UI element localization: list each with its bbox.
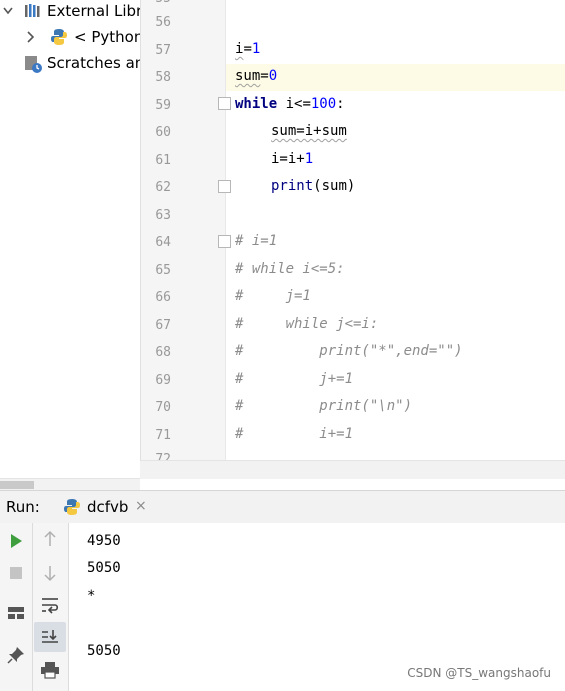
layout-button[interactable] — [2, 599, 30, 627]
arrow-up-icon — [44, 530, 56, 546]
scroll-up-button[interactable] — [36, 525, 64, 553]
code-line-69: # j+=1 — [235, 371, 354, 387]
editor-gutter — [141, 0, 226, 460]
tree-item-label: External Libraries — [47, 2, 140, 20]
console-line: 4950 — [87, 533, 121, 549]
code-line-66: # j=1 — [235, 288, 311, 304]
run-toolwindow-header: Run: dcfvb × — [0, 490, 565, 524]
code-line-57: i=1 — [235, 41, 261, 57]
line-number: 64 — [155, 235, 171, 250]
line-number: 62 — [155, 180, 171, 195]
line-number: 59 — [155, 98, 171, 113]
code-line-67: # while j<=i: — [235, 316, 379, 332]
close-icon[interactable]: × — [135, 498, 147, 514]
tree-item-python[interactable]: < Python 3.8 > — [0, 24, 140, 50]
scrollbar-thumb[interactable] — [0, 481, 34, 489]
run-button[interactable] — [2, 527, 30, 555]
line-number: 70 — [155, 400, 171, 415]
scroll-to-end-icon — [42, 630, 58, 643]
run-toolbar-right — [33, 523, 69, 691]
python-icon — [63, 498, 81, 520]
line-number: 72 — [155, 452, 171, 460]
editor-horizontal-scrollbar[interactable] — [140, 460, 565, 479]
line-number: 68 — [155, 345, 171, 360]
print-button[interactable] — [36, 656, 64, 684]
soft-wrap-button[interactable] — [36, 591, 64, 619]
watermark: CSDN @TS_wangshaofu — [407, 666, 551, 680]
layout-icon — [8, 607, 24, 619]
run-tab-label: dcfvb — [87, 498, 129, 516]
tree-item-label: Scratches and Consoles — [47, 54, 140, 72]
stop-button[interactable] — [2, 559, 30, 587]
run-label: Run: — [6, 498, 40, 516]
scratches-icon — [24, 54, 44, 82]
line-number: 61 — [155, 153, 171, 168]
print-icon — [41, 662, 59, 679]
code-line-64: # i=1 — [235, 233, 278, 249]
code-line-68: # print("*",end="") — [235, 343, 463, 359]
tree-item-scratches[interactable]: Scratches and Consoles — [0, 50, 140, 76]
code-line-62: print(sum) — [271, 178, 356, 194]
line-number: 58 — [155, 70, 171, 85]
project-tree: External Libraries < Python 3.8 > Scratc… — [0, 0, 140, 478]
code-line-65: # while i<=5: — [235, 261, 345, 277]
console-line: * — [87, 588, 96, 604]
code-line-70: # print("\n") — [235, 398, 413, 414]
line-number: 55 — [141, 0, 171, 6]
line-number: 67 — [155, 318, 171, 333]
scroll-down-button[interactable] — [36, 559, 64, 587]
fold-marker-icon[interactable] — [218, 97, 231, 110]
tree-item-external-libraries[interactable]: External Libraries — [0, 0, 140, 24]
tree-item-label: < Python 3.8 > — [74, 28, 140, 46]
line-number: 63 — [155, 208, 171, 223]
fold-marker-icon[interactable] — [218, 235, 231, 248]
run-tab[interactable]: dcfvb × — [55, 491, 155, 523]
line-number: 66 — [155, 290, 171, 305]
code-line-58: sum=0 — [235, 68, 278, 84]
console-line: 5050 — [87, 643, 121, 659]
pin-button[interactable] — [2, 641, 30, 669]
code-line-59: while i<=100: — [235, 96, 345, 112]
pin-icon — [7, 647, 24, 664]
code-editor[interactable]: 55 56 57 58 59 60 61 62 63 64 65 66 67 6… — [140, 0, 565, 460]
line-number: 56 — [155, 15, 171, 30]
code-line-61: i=i+1 — [271, 151, 314, 167]
line-number: 60 — [155, 125, 171, 140]
line-number: 69 — [155, 373, 171, 388]
line-number: 57 — [155, 43, 171, 58]
soft-wrap-icon — [42, 598, 59, 614]
scroll-to-end-button[interactable] — [34, 622, 66, 652]
line-number: 71 — [155, 428, 171, 443]
fold-marker-icon[interactable] — [218, 180, 231, 193]
play-icon — [11, 534, 22, 548]
code-line-71: # i+=1 — [235, 426, 354, 442]
line-number: 65 — [155, 263, 171, 278]
run-toolbar-left — [0, 523, 33, 691]
arrow-down-icon — [44, 566, 56, 582]
stop-icon — [10, 567, 22, 579]
code-line-60: sum=i+sum — [271, 123, 347, 139]
console-line: 5050 — [87, 560, 121, 576]
